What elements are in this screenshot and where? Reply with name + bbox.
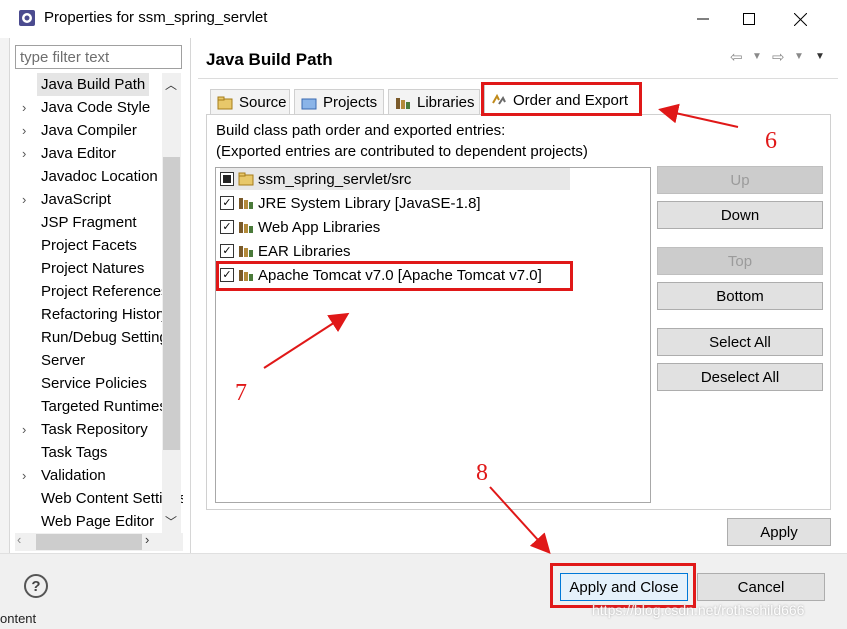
annotation-number-8: 8 [476,460,488,486]
annotation-number-7: 7 [235,380,247,406]
annotation-arrows [263,103,739,554]
watermark: https://blog.csdn.net/rothschild666 [592,602,805,618]
annotation-number-6: 6 [765,128,777,154]
